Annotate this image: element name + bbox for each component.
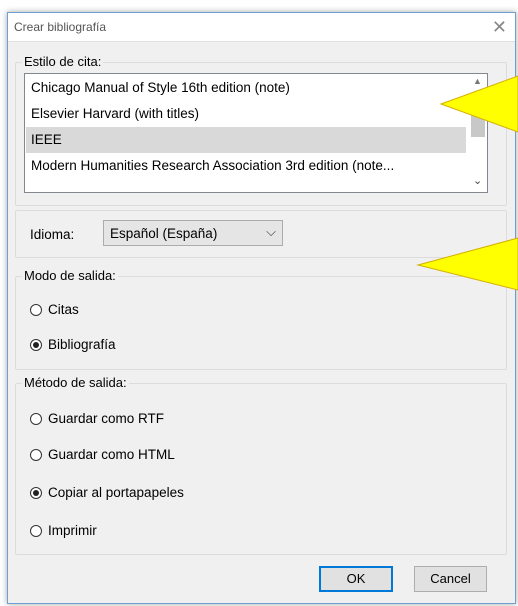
cancel-button[interactable]: Cancel [414, 566, 487, 592]
radio-label: Copiar al portapapeles [48, 485, 184, 500]
list-item[interactable]: Chicago Manual of Style 16th edition (no… [26, 75, 466, 101]
list-item[interactable]: IEEE [26, 127, 466, 153]
citation-style-list[interactable]: Chicago Manual of Style 16th edition (no… [24, 73, 488, 193]
radio-button[interactable] [30, 449, 42, 461]
radio-label: Guardar como HTML [48, 447, 175, 462]
ok-button[interactable]: OK [319, 566, 393, 592]
language-select[interactable]: Español (España) ⌵ [103, 220, 283, 246]
radio-button[interactable] [30, 339, 42, 351]
output-method-label: Método de salida: [22, 375, 129, 390]
citation-style-label: Estilo de cita: [22, 54, 104, 69]
close-icon[interactable]: ✕ [492, 16, 507, 38]
list-item[interactable]: Elsevier Harvard (with titles) [26, 101, 466, 127]
scroll-up-icon[interactable]: ▲ [473, 76, 482, 86]
output-mode-label: Modo de salida: [22, 268, 118, 283]
radio-button[interactable] [30, 413, 42, 425]
radio-button[interactable] [30, 525, 42, 537]
radio-button[interactable] [30, 487, 42, 499]
radio-label: Guardar como RTF [48, 411, 165, 426]
list-scrollbar[interactable]: ▲ ⌄ [469, 74, 487, 192]
radio-label: Imprimir [48, 523, 97, 538]
output-mode-group: Modo de salida: [15, 268, 507, 370]
language-label: Idioma: [30, 227, 75, 242]
radio-button[interactable] [30, 304, 42, 316]
scroll-down-icon[interactable]: ⌄ [473, 174, 482, 187]
list-item[interactable]: Modern Humanities Research Association 3… [26, 153, 466, 179]
radio-label: Citas [48, 302, 79, 317]
scroll-thumb[interactable] [471, 115, 485, 137]
radio-label: Bibliografía [48, 337, 116, 352]
chevron-down-icon: ⌵ [266, 224, 276, 239]
title-bar: Crear bibliografía ✕ [8, 13, 515, 42]
dialog-title: Crear bibliografía [14, 20, 107, 34]
language-value: Español (España) [110, 226, 218, 241]
